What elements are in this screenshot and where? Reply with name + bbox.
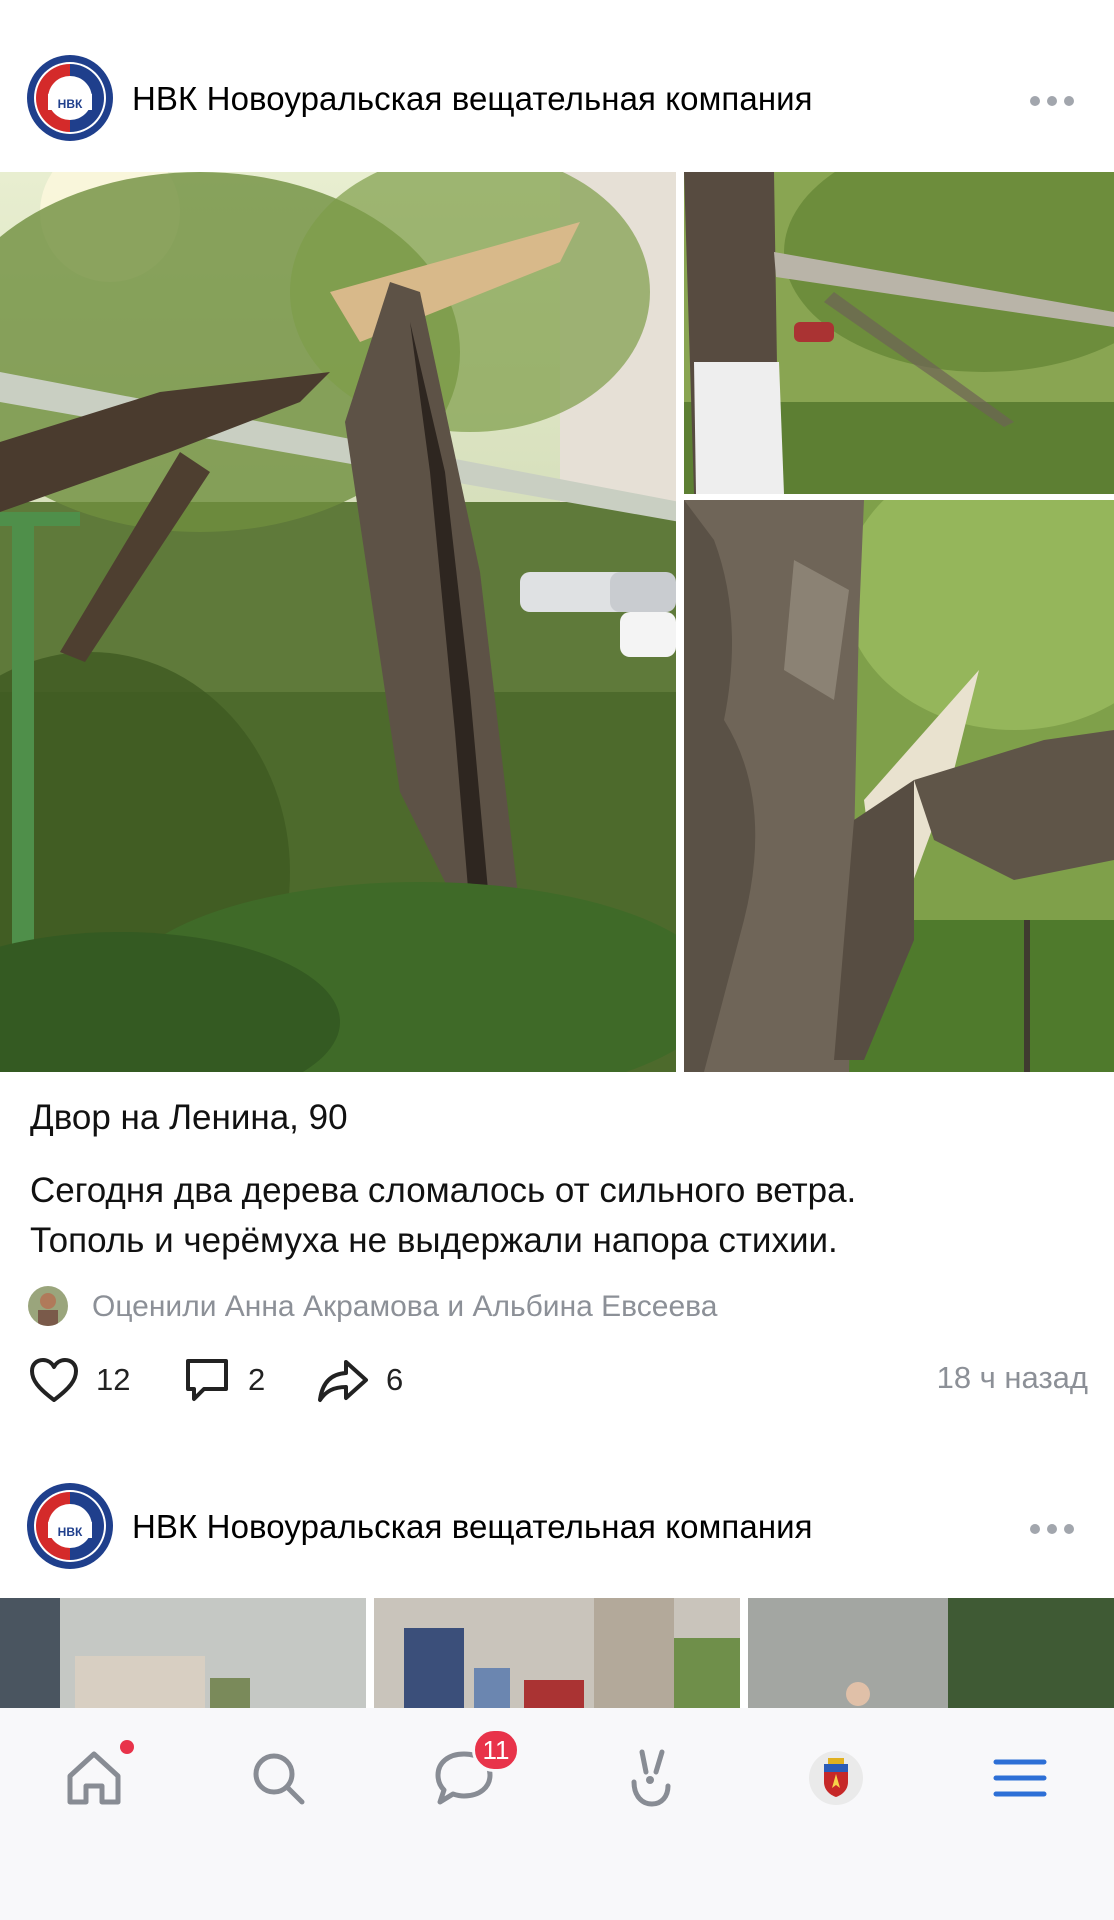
notification-dot <box>120 1740 134 1754</box>
author-avatar[interactable]: НВК <box>26 1482 114 1570</box>
menu-icon <box>993 1759 1047 1797</box>
like-count: 12 <box>96 1362 131 1397</box>
heart-icon <box>30 1358 78 1402</box>
post-2: НВК НВК Новоуральская вещательная компан… <box>0 1426 1114 1716</box>
tab-profile[interactable] <box>796 1738 876 1818</box>
liked-by-text: Оценили Анна Акрамова и Альбина Евсеева <box>92 1290 718 1323</box>
post-photo-3[interactable] <box>748 1598 1114 1708</box>
profile-icon <box>809 1751 863 1805</box>
post-1: НВК НВК Новоуральская вещательная компан… <box>0 0 1114 1420</box>
post-header: НВК НВК Новоуральская вещательная компан… <box>0 0 1114 141</box>
post-text-line: Сегодня два дерева сломалось от сильного… <box>30 1171 857 1210</box>
comment-count: 2 <box>248 1362 266 1397</box>
like-button[interactable]: 12 <box>28 1350 130 1410</box>
bottom-tab-bar: 11 <box>0 1708 1114 1920</box>
post-photo-main[interactable] <box>0 172 676 1072</box>
share-button[interactable]: 6 <box>316 1350 403 1410</box>
comment-icon <box>186 1359 228 1401</box>
liker-avatar <box>28 1286 68 1326</box>
svg-text:НВК: НВК <box>58 1525 83 1539</box>
messages-badge: 11 <box>472 1728 520 1772</box>
post-photo-2[interactable] <box>684 172 1114 494</box>
ellipsis-icon[interactable] <box>1030 1516 1074 1542</box>
clips-icon <box>631 1749 671 1807</box>
home-icon <box>67 1751 121 1805</box>
tab-home[interactable] <box>54 1738 134 1818</box>
tab-clips[interactable] <box>610 1738 690 1818</box>
search-icon <box>253 1753 305 1805</box>
author-name[interactable]: НВК Новоуральская вещательная компания <box>132 80 813 118</box>
tab-search[interactable] <box>238 1738 318 1818</box>
ellipsis-icon[interactable] <box>1030 88 1074 114</box>
author-name[interactable]: НВК Новоуральская вещательная компания <box>132 1508 813 1546</box>
post-text: Сегодня два дерева сломалось от сильного… <box>30 1166 1090 1266</box>
tab-menu[interactable] <box>980 1738 1060 1818</box>
post-photo-1[interactable] <box>0 1598 366 1708</box>
author-avatar[interactable]: НВК <box>26 54 114 142</box>
share-icon <box>318 1360 368 1402</box>
post-time: 18 ч назад <box>936 1360 1088 1395</box>
share-count: 6 <box>386 1362 404 1397</box>
post-title: Двор на Ленина, 90 <box>30 1098 348 1137</box>
post-header: НВК НВК Новоуральская вещательная компан… <box>0 1426 1114 1569</box>
post-photo-3[interactable] <box>684 500 1114 1072</box>
svg-text:НВК: НВК <box>58 97 83 111</box>
post-text-line: Тополь и черёмуха не выдержали напора ст… <box>30 1221 838 1260</box>
post-photo-2[interactable] <box>374 1598 740 1708</box>
tab-messages[interactable]: 11 <box>424 1728 520 1818</box>
comment-button[interactable]: 2 <box>182 1350 265 1410</box>
